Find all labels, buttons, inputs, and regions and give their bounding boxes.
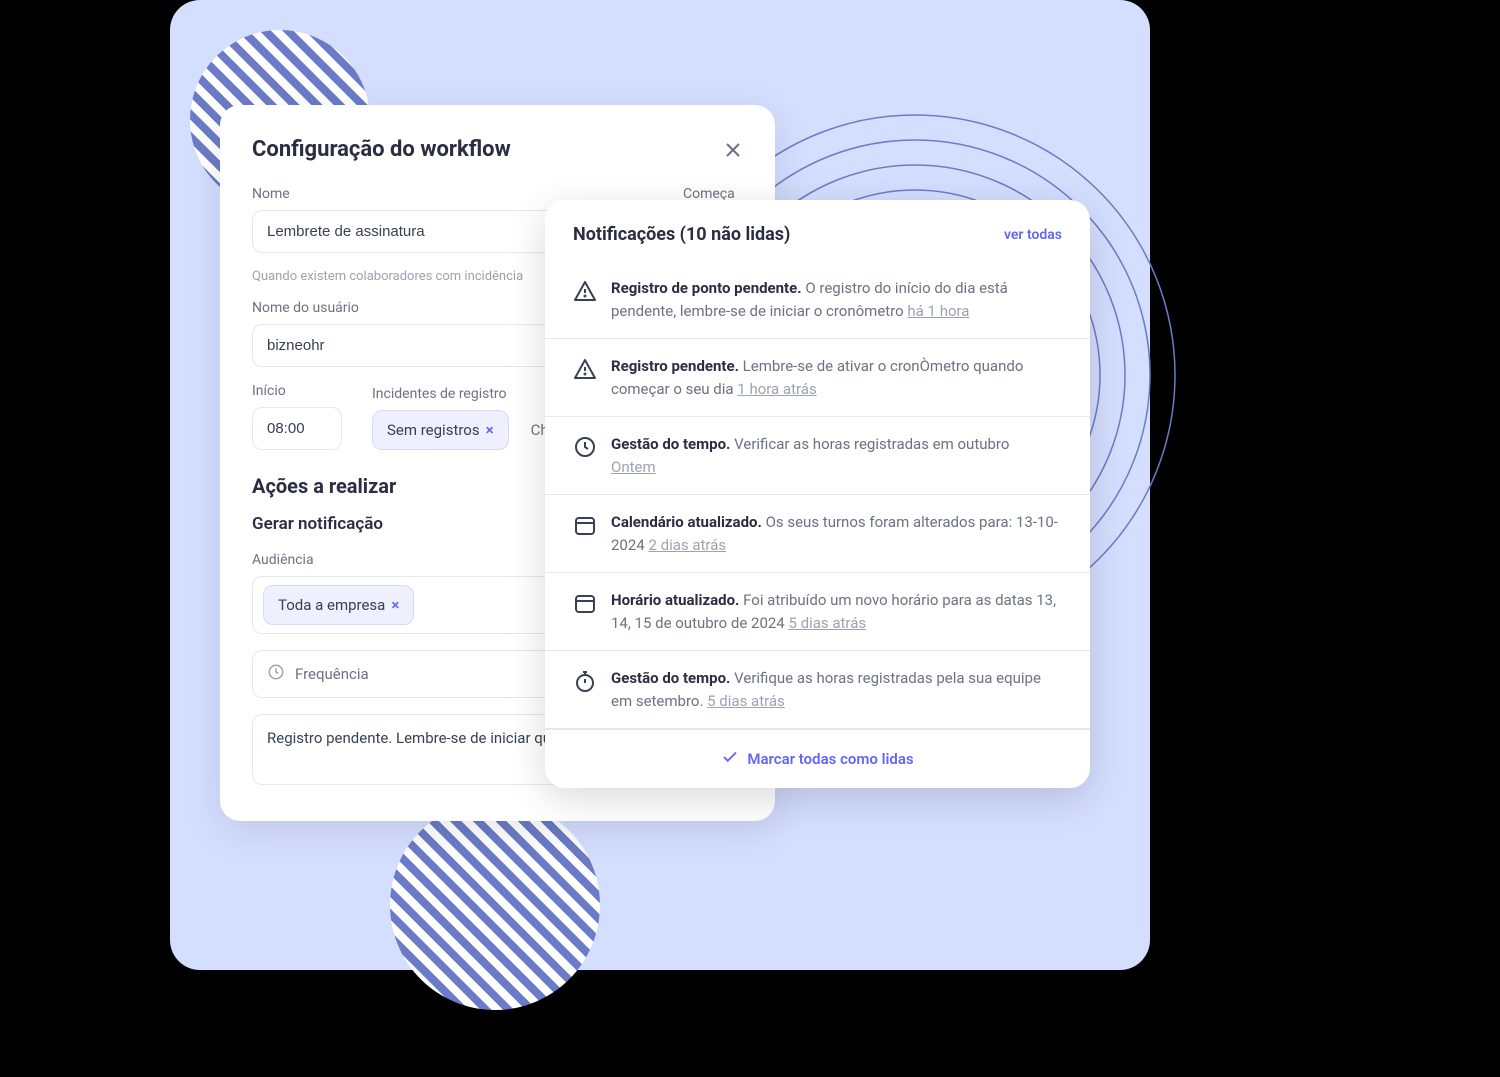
notification-content: Horário atualizado. Foi atribuído um nov… — [611, 589, 1062, 634]
notifications-title: Notificações (10 não lidas) — [573, 224, 790, 245]
view-all-link[interactable]: ver todas — [1004, 227, 1062, 243]
notification-item[interactable]: Calendário atualizado. Os seus turnos fo… — [545, 495, 1090, 573]
notification-item[interactable]: Gestão do tempo. Verificar as horas regi… — [545, 417, 1090, 495]
mark-all-label: Marcar todas como lidas — [747, 750, 913, 768]
chip-remove-icon[interactable]: × — [391, 596, 399, 614]
notifications-panel: Notificações (10 não lidas) ver todas Re… — [545, 200, 1090, 788]
audience-chip[interactable]: Toda a empresa × — [263, 585, 414, 625]
notification-item[interactable]: Registro pendente. Lembre-se de ativar o… — [545, 339, 1090, 417]
modal-title: Configuração do workflow — [252, 137, 511, 162]
clock-icon — [267, 663, 285, 685]
notification-content: Gestão do tempo. Verifique as horas regi… — [611, 667, 1062, 712]
chip-remove-icon[interactable]: × — [486, 421, 494, 439]
chip-label: Sem registros — [387, 421, 480, 439]
clock-icon — [573, 435, 597, 459]
notification-content: Registro de ponto pendente. O registro d… — [611, 277, 1062, 322]
check-icon — [721, 748, 739, 770]
notification-content: Registro pendente. Lembre-se de ativar o… — [611, 355, 1062, 400]
mark-all-read-button[interactable]: Marcar todas como lidas — [545, 729, 1090, 788]
stopwatch-icon — [573, 669, 597, 693]
notification-item[interactable]: Gestão do tempo. Verifique as horas regi… — [545, 651, 1090, 729]
notification-item[interactable]: Registro de ponto pendente. O registro d… — [545, 261, 1090, 339]
notification-item[interactable]: Horário atualizado. Foi atribuído um nov… — [545, 573, 1090, 651]
incident-chip-1[interactable]: Sem registros × — [372, 410, 509, 450]
close-icon[interactable] — [723, 140, 743, 160]
inicio-label: Início — [252, 383, 352, 399]
inicio-input[interactable] — [252, 407, 342, 450]
warning-icon — [573, 279, 597, 303]
decorative-pattern-bottom — [390, 800, 600, 1010]
notification-content: Calendário atualizado. Os seus turnos fo… — [611, 511, 1062, 556]
notification-content: Gestão do tempo. Verificar as horas regi… — [611, 433, 1062, 478]
calendar-icon — [573, 591, 597, 615]
chip-label: Toda a empresa — [278, 596, 385, 614]
warning-icon — [573, 357, 597, 381]
calendar-icon — [573, 513, 597, 537]
frequency-placeholder: Frequência — [295, 665, 369, 683]
decorative-noise — [1300, 0, 1500, 1077]
